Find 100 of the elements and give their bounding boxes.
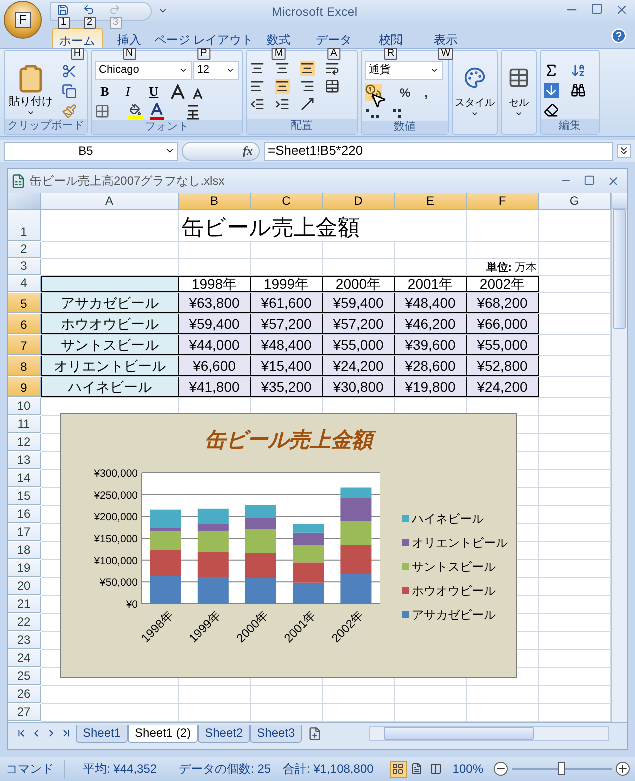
sheet-tab[interactable]: Sheet1 (76, 724, 128, 742)
function-button[interactable]: fx (243, 142, 253, 160)
column-header[interactable]: C (251, 193, 323, 210)
vertical-scrollbar[interactable] (611, 193, 627, 722)
fill-icon[interactable] (544, 83, 559, 98)
row-header[interactable]: 17 (8, 524, 41, 541)
column-header[interactable]: A (41, 193, 179, 210)
align-left-icon[interactable] (250, 79, 265, 94)
italic-button[interactable]: I (118, 82, 138, 101)
zoom-in-icon[interactable] (616, 762, 630, 776)
row-header[interactable]: 13 (8, 452, 41, 469)
ribbon-tab[interactable]: ホーム (52, 28, 103, 48)
find-icon[interactable] (571, 83, 586, 98)
merge-cells-icon[interactable] (325, 79, 340, 94)
ribbon-tab[interactable]: 表示 (420, 28, 472, 48)
font-size-field[interactable]: 12 (193, 61, 239, 80)
phonetic-icon[interactable] (185, 104, 201, 120)
increase-indent-icon[interactable] (275, 97, 290, 112)
row-header[interactable]: 26 (8, 686, 41, 703)
borders-icon[interactable] (95, 104, 110, 119)
row-header[interactable]: 12 (8, 434, 41, 451)
ribbon-tab[interactable]: ページ レイアウト (156, 28, 252, 48)
horizontal-scrollbar[interactable] (369, 726, 609, 741)
column-header[interactable]: F (467, 193, 539, 210)
row-header[interactable]: 27 (8, 704, 41, 721)
maximize-icon[interactable] (591, 3, 603, 15)
zoom-out-icon[interactable] (494, 762, 508, 776)
row-header[interactable]: 7 (8, 335, 41, 355)
insert-sheet-icon[interactable] (308, 726, 322, 740)
first-sheet-icon[interactable] (16, 728, 27, 739)
table-cell: ハイネビール (41, 377, 179, 397)
row-header[interactable]: 3 (8, 259, 41, 275)
sheet-tab[interactable]: Sheet1 (2) (128, 724, 198, 742)
row-header[interactable]: 21 (8, 596, 41, 613)
decrease-indent-icon[interactable] (250, 97, 265, 112)
close-icon[interactable] (607, 174, 620, 188)
row-header[interactable]: 5 (8, 293, 41, 313)
row-header[interactable]: 20 (8, 578, 41, 595)
row-header[interactable]: 4 (8, 276, 41, 292)
paste-button[interactable]: 貼り付け (8, 61, 54, 119)
row-header[interactable]: 10 (8, 398, 41, 415)
percent-button[interactable]: % (400, 84, 411, 102)
font-color-icon[interactable] (149, 103, 165, 120)
sheet-tab[interactable]: Sheet2 (198, 724, 250, 742)
row-header[interactable]: 15 (8, 488, 41, 505)
help-icon[interactable] (611, 28, 627, 44)
font-name-field[interactable]: Chicago (95, 61, 192, 80)
row-header[interactable]: 2 (8, 242, 41, 258)
close-icon[interactable] (615, 3, 629, 17)
align-right-icon[interactable] (300, 79, 315, 94)
clear-icon[interactable] (544, 103, 559, 118)
format-painter-icon[interactable] (62, 104, 77, 119)
copy-icon[interactable] (62, 84, 77, 99)
restore-icon[interactable] (584, 174, 595, 186)
underline-button[interactable]: U (141, 82, 167, 101)
row-header[interactable]: 16 (8, 506, 41, 523)
view-button[interactable] (390, 760, 407, 778)
column-header[interactable]: E (395, 193, 467, 210)
orientation-icon[interactable] (300, 97, 315, 112)
row-header[interactable]: 18 (8, 542, 41, 559)
row-header[interactable]: 9 (8, 377, 41, 397)
row-header[interactable]: 19 (8, 560, 41, 577)
undo-icon[interactable] (83, 4, 95, 16)
row-header[interactable]: 1 (8, 210, 41, 241)
styles-button[interactable]: スタイル (456, 61, 494, 118)
name-box[interactable]: B5 (4, 142, 178, 160)
number-format-field[interactable]: 通貨 (365, 61, 443, 80)
column-header[interactable]: D (323, 193, 395, 210)
bar-segment (246, 505, 276, 518)
row-header[interactable]: 23 (8, 632, 41, 649)
align-center-icon[interactable] (275, 79, 290, 94)
cells-button[interactable]: セル (505, 61, 533, 118)
save-icon[interactable] (57, 4, 69, 16)
row-header[interactable]: 24 (8, 650, 41, 667)
last-sheet-icon[interactable] (61, 728, 72, 739)
zoom-slider-thumb[interactable] (558, 762, 565, 775)
sheet-tab[interactable]: Sheet3 (250, 724, 302, 742)
office-button[interactable]: F (4, 1, 42, 39)
table-icon (508, 67, 530, 89)
row-header[interactable]: 22 (8, 614, 41, 631)
row-header[interactable]: 25 (8, 668, 41, 685)
ribbon-tab[interactable]: データ (306, 28, 362, 48)
row-header[interactable]: 14 (8, 470, 41, 487)
formula-field[interactable]: =Sheet1!B5*220 (264, 142, 613, 160)
row-header[interactable]: 6 (8, 314, 41, 334)
column-header[interactable]: G (539, 193, 611, 210)
wrap-text-icon[interactable] (325, 61, 340, 76)
expand-icon[interactable] (617, 144, 631, 158)
ribbon-tab[interactable]: 挿入 (105, 28, 154, 48)
row-header[interactable]: 8 (8, 356, 41, 376)
comma-button[interactable]: , (424, 83, 428, 102)
bold-button[interactable]: B (95, 82, 115, 101)
sort-filter-icon[interactable] (571, 63, 586, 78)
ribbon-tab[interactable]: 校閲 (364, 28, 418, 48)
autosum-icon[interactable] (544, 63, 559, 78)
ribbon-tab[interactable]: 数式 (254, 28, 304, 48)
cut-icon[interactable] (62, 64, 77, 79)
column-header[interactable]: B (179, 193, 251, 210)
align-bottom-icon[interactable] (300, 61, 315, 76)
row-header[interactable]: 11 (8, 416, 41, 433)
